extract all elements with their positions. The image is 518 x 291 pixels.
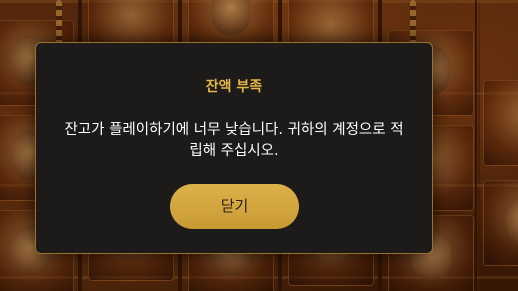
insufficient-balance-dialog: 잔액 부족 잔고가 플레이하기에 너무 낮습니다. 귀하의 계정으로 적립해 주… [35, 42, 433, 254]
close-button[interactable]: 닫기 [170, 184, 299, 229]
game-background: 잔액 부족 잔고가 플레이하기에 너무 낮습니다. 귀하의 계정으로 적립해 주… [0, 0, 518, 291]
dialog-title: 잔액 부족 [205, 79, 263, 95]
dialog-message: 잔고가 플레이하기에 너무 낮습니다. 귀하의 계정으로 적립해 주십시오. [64, 122, 404, 159]
